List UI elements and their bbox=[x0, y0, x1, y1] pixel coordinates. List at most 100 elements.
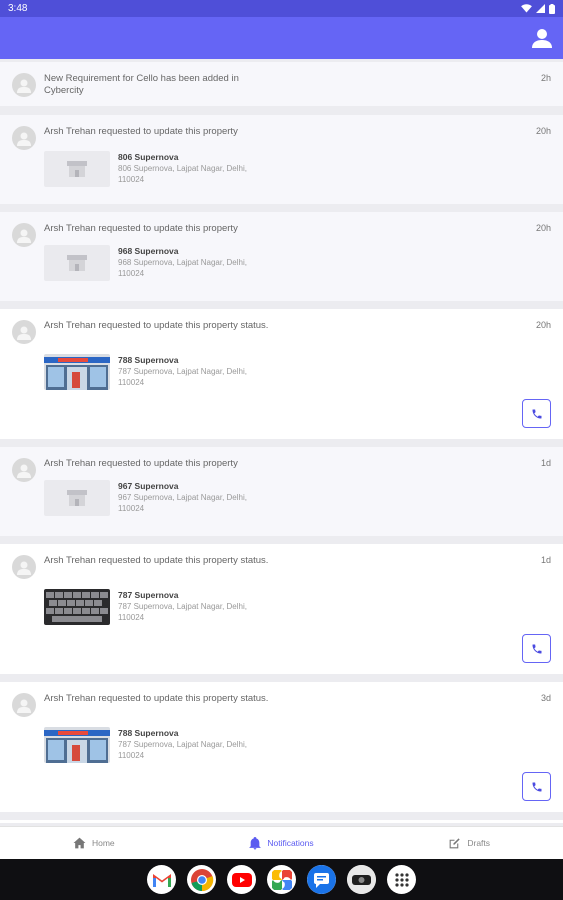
status-bar: 3:48 bbox=[0, 0, 563, 17]
property-address: 787 Supernova, Lajpat Nagar, Delhi, 1100… bbox=[118, 740, 247, 760]
notification-time: 2h bbox=[540, 73, 551, 83]
notification-message: Arsh Trehan requested to update this pro… bbox=[44, 126, 238, 137]
user-icon bbox=[17, 229, 31, 243]
notification-card[interactable]: New Requirement for Cello has been added… bbox=[0, 62, 563, 106]
notification-card[interactable] bbox=[0, 820, 563, 823]
camera-icon[interactable] bbox=[347, 865, 376, 894]
property-name: 806 Supernova bbox=[118, 152, 179, 162]
notification-card[interactable]: Arsh Trehan requested to update this pro… bbox=[0, 212, 563, 301]
photos-icon[interactable] bbox=[267, 865, 296, 894]
storefront-photo bbox=[44, 354, 110, 390]
edit-icon bbox=[449, 837, 460, 848]
phone-icon bbox=[532, 644, 541, 653]
app-bar bbox=[0, 17, 563, 59]
avatar bbox=[12, 223, 36, 247]
signal-icon bbox=[536, 4, 545, 13]
notification-message: New Requirement for Cello has been added… bbox=[44, 73, 239, 96]
property-thumbnail[interactable] bbox=[44, 727, 110, 763]
avatar bbox=[12, 693, 36, 717]
store-placeholder-icon bbox=[67, 490, 87, 506]
notification-message: Arsh Trehan requested to update this pro… bbox=[44, 693, 269, 704]
property-address: 787 Supernova, Lajpat Nagar, Delhi, 1100… bbox=[118, 602, 247, 622]
user-icon bbox=[17, 699, 31, 713]
user-icon bbox=[17, 464, 31, 478]
nav-notifications-label: Notifications bbox=[267, 838, 314, 848]
property-address: 968 Supernova, Lajpat Nagar, Delhi, 1100… bbox=[118, 258, 247, 278]
store-placeholder-icon bbox=[67, 161, 87, 177]
app-drawer-logo bbox=[394, 872, 409, 887]
notification-list: New Requirement for Cello has been added… bbox=[0, 59, 563, 823]
property-name: 968 Supernova bbox=[118, 246, 179, 256]
avatar bbox=[12, 126, 36, 150]
user-icon bbox=[17, 132, 31, 146]
profile-button[interactable] bbox=[531, 27, 553, 49]
notification-card[interactable]: Arsh Trehan requested to update this pro… bbox=[0, 682, 563, 812]
nav-home[interactable]: Home bbox=[0, 827, 188, 859]
notification-time: 1d bbox=[540, 555, 551, 565]
home-icon bbox=[73, 837, 86, 849]
user-icon bbox=[17, 561, 31, 575]
property-name: 788 Supernova bbox=[118, 728, 179, 738]
phone-icon bbox=[532, 782, 541, 791]
wifi-icon bbox=[521, 4, 532, 13]
call-button[interactable] bbox=[522, 772, 551, 801]
notification-card[interactable]: Arsh Trehan requested to update this pro… bbox=[0, 544, 563, 674]
notification-time: 20h bbox=[535, 320, 551, 330]
notification-time: 20h bbox=[535, 223, 551, 233]
property-address: 806 Supernova, Lajpat Nagar, Delhi, 1100… bbox=[118, 164, 247, 184]
youtube-icon[interactable] bbox=[227, 865, 256, 894]
nav-drafts[interactable]: Drafts bbox=[375, 827, 563, 859]
notification-time: 20h bbox=[535, 126, 551, 136]
property-address: 967 Supernova, Lajpat Nagar, Delhi, 1100… bbox=[118, 493, 247, 513]
user-icon bbox=[17, 326, 31, 340]
user-icon bbox=[532, 29, 552, 48]
property-thumbnail[interactable] bbox=[44, 151, 110, 187]
property-thumbnail[interactable] bbox=[44, 354, 110, 390]
nav-notifications[interactable]: Notifications bbox=[188, 827, 376, 859]
property-thumbnail[interactable] bbox=[44, 589, 110, 625]
apps-icon[interactable] bbox=[387, 865, 416, 894]
nav-home-label: Home bbox=[91, 838, 115, 848]
property-name: 787 Supernova bbox=[118, 590, 179, 600]
user-icon bbox=[17, 79, 31, 93]
phone-icon bbox=[532, 409, 541, 418]
notification-message: Arsh Trehan requested to update this pro… bbox=[44, 458, 238, 469]
property-name: 967 Supernova bbox=[118, 481, 179, 491]
messages-icon[interactable] bbox=[307, 865, 336, 894]
nav-drafts-label: Drafts bbox=[467, 838, 491, 848]
status-time: 3:48 bbox=[8, 3, 28, 14]
keyboard-photo bbox=[44, 589, 110, 625]
chrome-logo bbox=[190, 868, 213, 891]
chrome-icon[interactable] bbox=[187, 865, 216, 894]
avatar bbox=[12, 73, 36, 97]
property-thumbnail[interactable] bbox=[44, 480, 110, 516]
avatar bbox=[12, 458, 36, 482]
property-thumbnail[interactable] bbox=[44, 245, 110, 281]
notification-card[interactable]: Arsh Trehan requested to update this pro… bbox=[0, 447, 563, 536]
storefront-photo bbox=[44, 727, 110, 763]
camera-logo bbox=[347, 865, 376, 894]
photos-logo bbox=[271, 869, 292, 890]
notification-message: Arsh Trehan requested to update this pro… bbox=[44, 555, 269, 566]
bottom-nav: Home Notifications Drafts bbox=[0, 826, 563, 859]
notification-message: Arsh Trehan requested to update this pro… bbox=[44, 223, 238, 234]
avatar bbox=[12, 555, 36, 579]
notification-card[interactable]: Arsh Trehan requested to update this pro… bbox=[0, 115, 563, 204]
property-address: 787 Supernova, Lajpat Nagar, Delhi, 1100… bbox=[118, 367, 247, 387]
gmail-icon[interactable] bbox=[147, 865, 176, 894]
store-placeholder-icon bbox=[67, 255, 87, 271]
system-dock bbox=[0, 859, 563, 900]
property-name: 788 Supernova bbox=[118, 355, 179, 365]
notification-time: 1d bbox=[540, 458, 551, 468]
gmail-logo bbox=[152, 873, 171, 887]
call-button[interactable] bbox=[522, 399, 551, 428]
notification-message: Arsh Trehan requested to update this pro… bbox=[44, 320, 269, 331]
bell-icon bbox=[249, 836, 262, 849]
call-button[interactable] bbox=[522, 634, 551, 663]
messages-logo bbox=[307, 865, 336, 894]
notification-card[interactable]: Arsh Trehan requested to update this pro… bbox=[0, 309, 563, 439]
avatar bbox=[12, 320, 36, 344]
notification-time: 3d bbox=[540, 693, 551, 703]
battery-icon bbox=[549, 3, 555, 14]
youtube-logo bbox=[231, 872, 252, 887]
